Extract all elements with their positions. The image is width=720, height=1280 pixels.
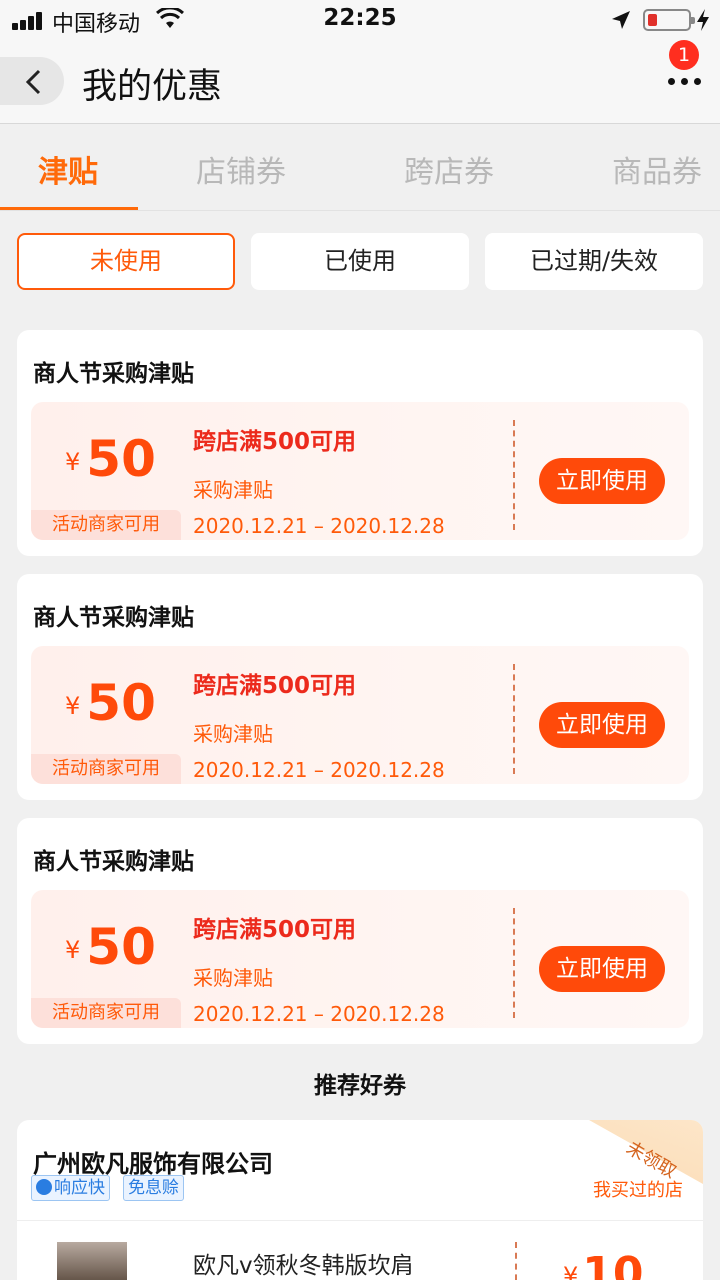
notification-badge: 1 — [669, 40, 699, 70]
coupon-card-title: 商人节采购津贴 — [33, 605, 194, 631]
amount-value: 50 — [86, 674, 156, 732]
currency-symbol: ¥ — [65, 692, 81, 720]
shop-tag-label: 免息赊 — [128, 1178, 179, 1198]
coupon-card: 商人节采购津贴 ¥50 活动商家可用 跨店满500可用 采购津贴 2020.12… — [17, 330, 703, 556]
nav-bar: 我的优惠 1 — [0, 40, 720, 124]
coupon-valid-dates: 2020.12.21 – 2020.12.28 — [193, 1002, 445, 1026]
coupon-card-title: 商人节采购津贴 — [33, 361, 194, 387]
shop-coupon-amount: ¥10 — [563, 1248, 644, 1280]
coupon-ticket: ¥50 活动商家可用 跨店满500可用 采购津贴 2020.12.21 – 20… — [31, 402, 689, 540]
merchant-scope-tag: 活动商家可用 — [31, 510, 181, 540]
amount-value: 50 — [86, 430, 156, 488]
filter-expired[interactable]: 已过期/失效 — [485, 233, 703, 290]
coupon-amount: ¥50 — [65, 918, 156, 976]
page-title: 我的优惠 — [82, 67, 223, 107]
currency-symbol: ¥ — [65, 448, 81, 476]
back-button[interactable] — [0, 57, 64, 105]
purchased-shops-link[interactable]: 我买过的店 — [593, 1176, 683, 1202]
chevron-left-icon — [25, 69, 41, 95]
location-arrow-icon — [612, 11, 630, 29]
coupon-subtitle: 采购津贴 — [193, 478, 273, 502]
divider — [17, 1220, 703, 1221]
active-tab-indicator — [0, 207, 138, 210]
coupon-type-tabs: 津贴 店铺券 跨店券 商品券 — [0, 125, 720, 211]
coupon-card: 商人节采购津贴 ¥50 活动商家可用 跨店满500可用 采购津贴 2020.12… — [17, 574, 703, 800]
shop-tag-interest-free: 免息赊 — [123, 1175, 184, 1201]
coupon-subtitle: 采购津贴 — [193, 722, 273, 746]
coupon-condition: 跨店满500可用 — [193, 673, 357, 699]
amount-value: 10 — [582, 1248, 644, 1280]
product-name: 欧凡v领秋冬韩版坎肩 — [193, 1253, 414, 1279]
use-now-button[interactable]: 立即使用 — [539, 946, 665, 992]
dashed-divider — [513, 420, 515, 530]
product-thumbnail[interactable] — [57, 1242, 127, 1280]
more-options-button[interactable] — [664, 70, 706, 94]
status-bar: 中国移动 22:25 — [0, 0, 720, 40]
recommend-section-title: 推荐好券 — [314, 1073, 406, 1099]
coupon-condition: 跨店满500可用 — [193, 917, 357, 943]
filter-used[interactable]: 已使用 — [251, 233, 469, 290]
charging-bolt-icon — [697, 9, 709, 31]
tab-product-coupon[interactable]: 商品券 — [612, 147, 702, 191]
coupon-ticket: ¥50 活动商家可用 跨店满500可用 采购津贴 2020.12.21 – 20… — [31, 646, 689, 784]
use-now-button[interactable]: 立即使用 — [539, 458, 665, 504]
shop-tag-fast-response: 响应快 — [31, 1175, 110, 1201]
coupon-card-title: 商人节采购津贴 — [33, 849, 194, 875]
dashed-divider — [515, 1242, 517, 1280]
dashed-divider — [513, 908, 515, 1018]
currency-symbol: ¥ — [65, 936, 81, 964]
tab-cross-store-coupon[interactable]: 跨店券 — [404, 147, 494, 191]
use-now-button[interactable]: 立即使用 — [539, 702, 665, 748]
merchant-scope-tag: 活动商家可用 — [31, 754, 181, 784]
coupon-ticket: ¥50 活动商家可用 跨店满500可用 采购津贴 2020.12.21 – 20… — [31, 890, 689, 1028]
coupon-amount: ¥50 — [65, 674, 156, 732]
tab-allowance[interactable]: 津贴 — [38, 147, 98, 191]
battery-icon — [643, 9, 695, 31]
coupon-valid-dates: 2020.12.21 – 2020.12.28 — [193, 514, 445, 538]
tab-store-coupon[interactable]: 店铺券 — [196, 147, 286, 191]
coupon-condition: 跨店满500可用 — [193, 429, 357, 455]
chat-bubble-icon — [36, 1179, 52, 1195]
shop-name: 广州欧凡服饰有限公司 — [33, 1150, 273, 1178]
merchant-scope-tag: 活动商家可用 — [31, 998, 181, 1028]
coupon-subtitle: 采购津贴 — [193, 966, 273, 990]
coupon-amount: ¥50 — [65, 430, 156, 488]
amount-value: 50 — [86, 918, 156, 976]
currency-symbol: ¥ — [563, 1262, 579, 1280]
shop-tag-label: 响应快 — [54, 1178, 105, 1198]
recommended-shop-card[interactable]: 未领取 广州欧凡服饰有限公司 响应快 免息赊 我买过的店 欧凡v领秋冬韩版坎肩 … — [17, 1120, 703, 1280]
coupon-card: 商人节采购津贴 ¥50 活动商家可用 跨店满500可用 采购津贴 2020.12… — [17, 818, 703, 1044]
filter-unused[interactable]: 未使用 — [17, 233, 235, 290]
coupon-valid-dates: 2020.12.21 – 2020.12.28 — [193, 758, 445, 782]
dashed-divider — [513, 664, 515, 774]
